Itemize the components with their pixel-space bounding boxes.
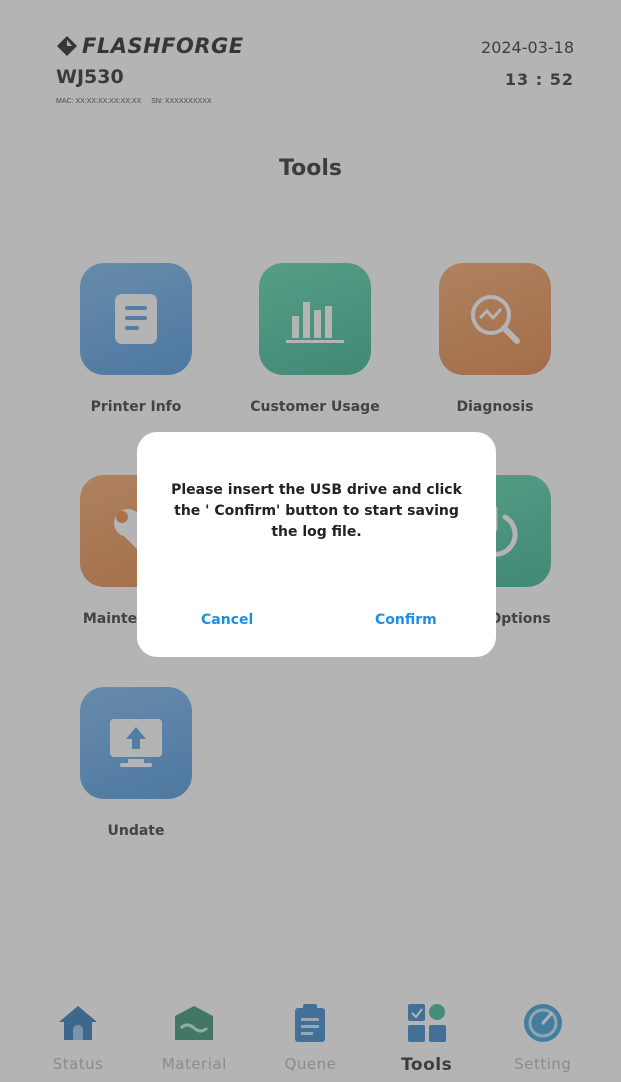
confirm-button[interactable]: Confirm [375,612,437,628]
cancel-button[interactable]: Cancel [201,612,253,628]
usb-log-dialog: Please insert the USB drive and click th… [137,432,496,657]
dialog-message: Please insert the USB drive and click th… [171,482,462,540]
